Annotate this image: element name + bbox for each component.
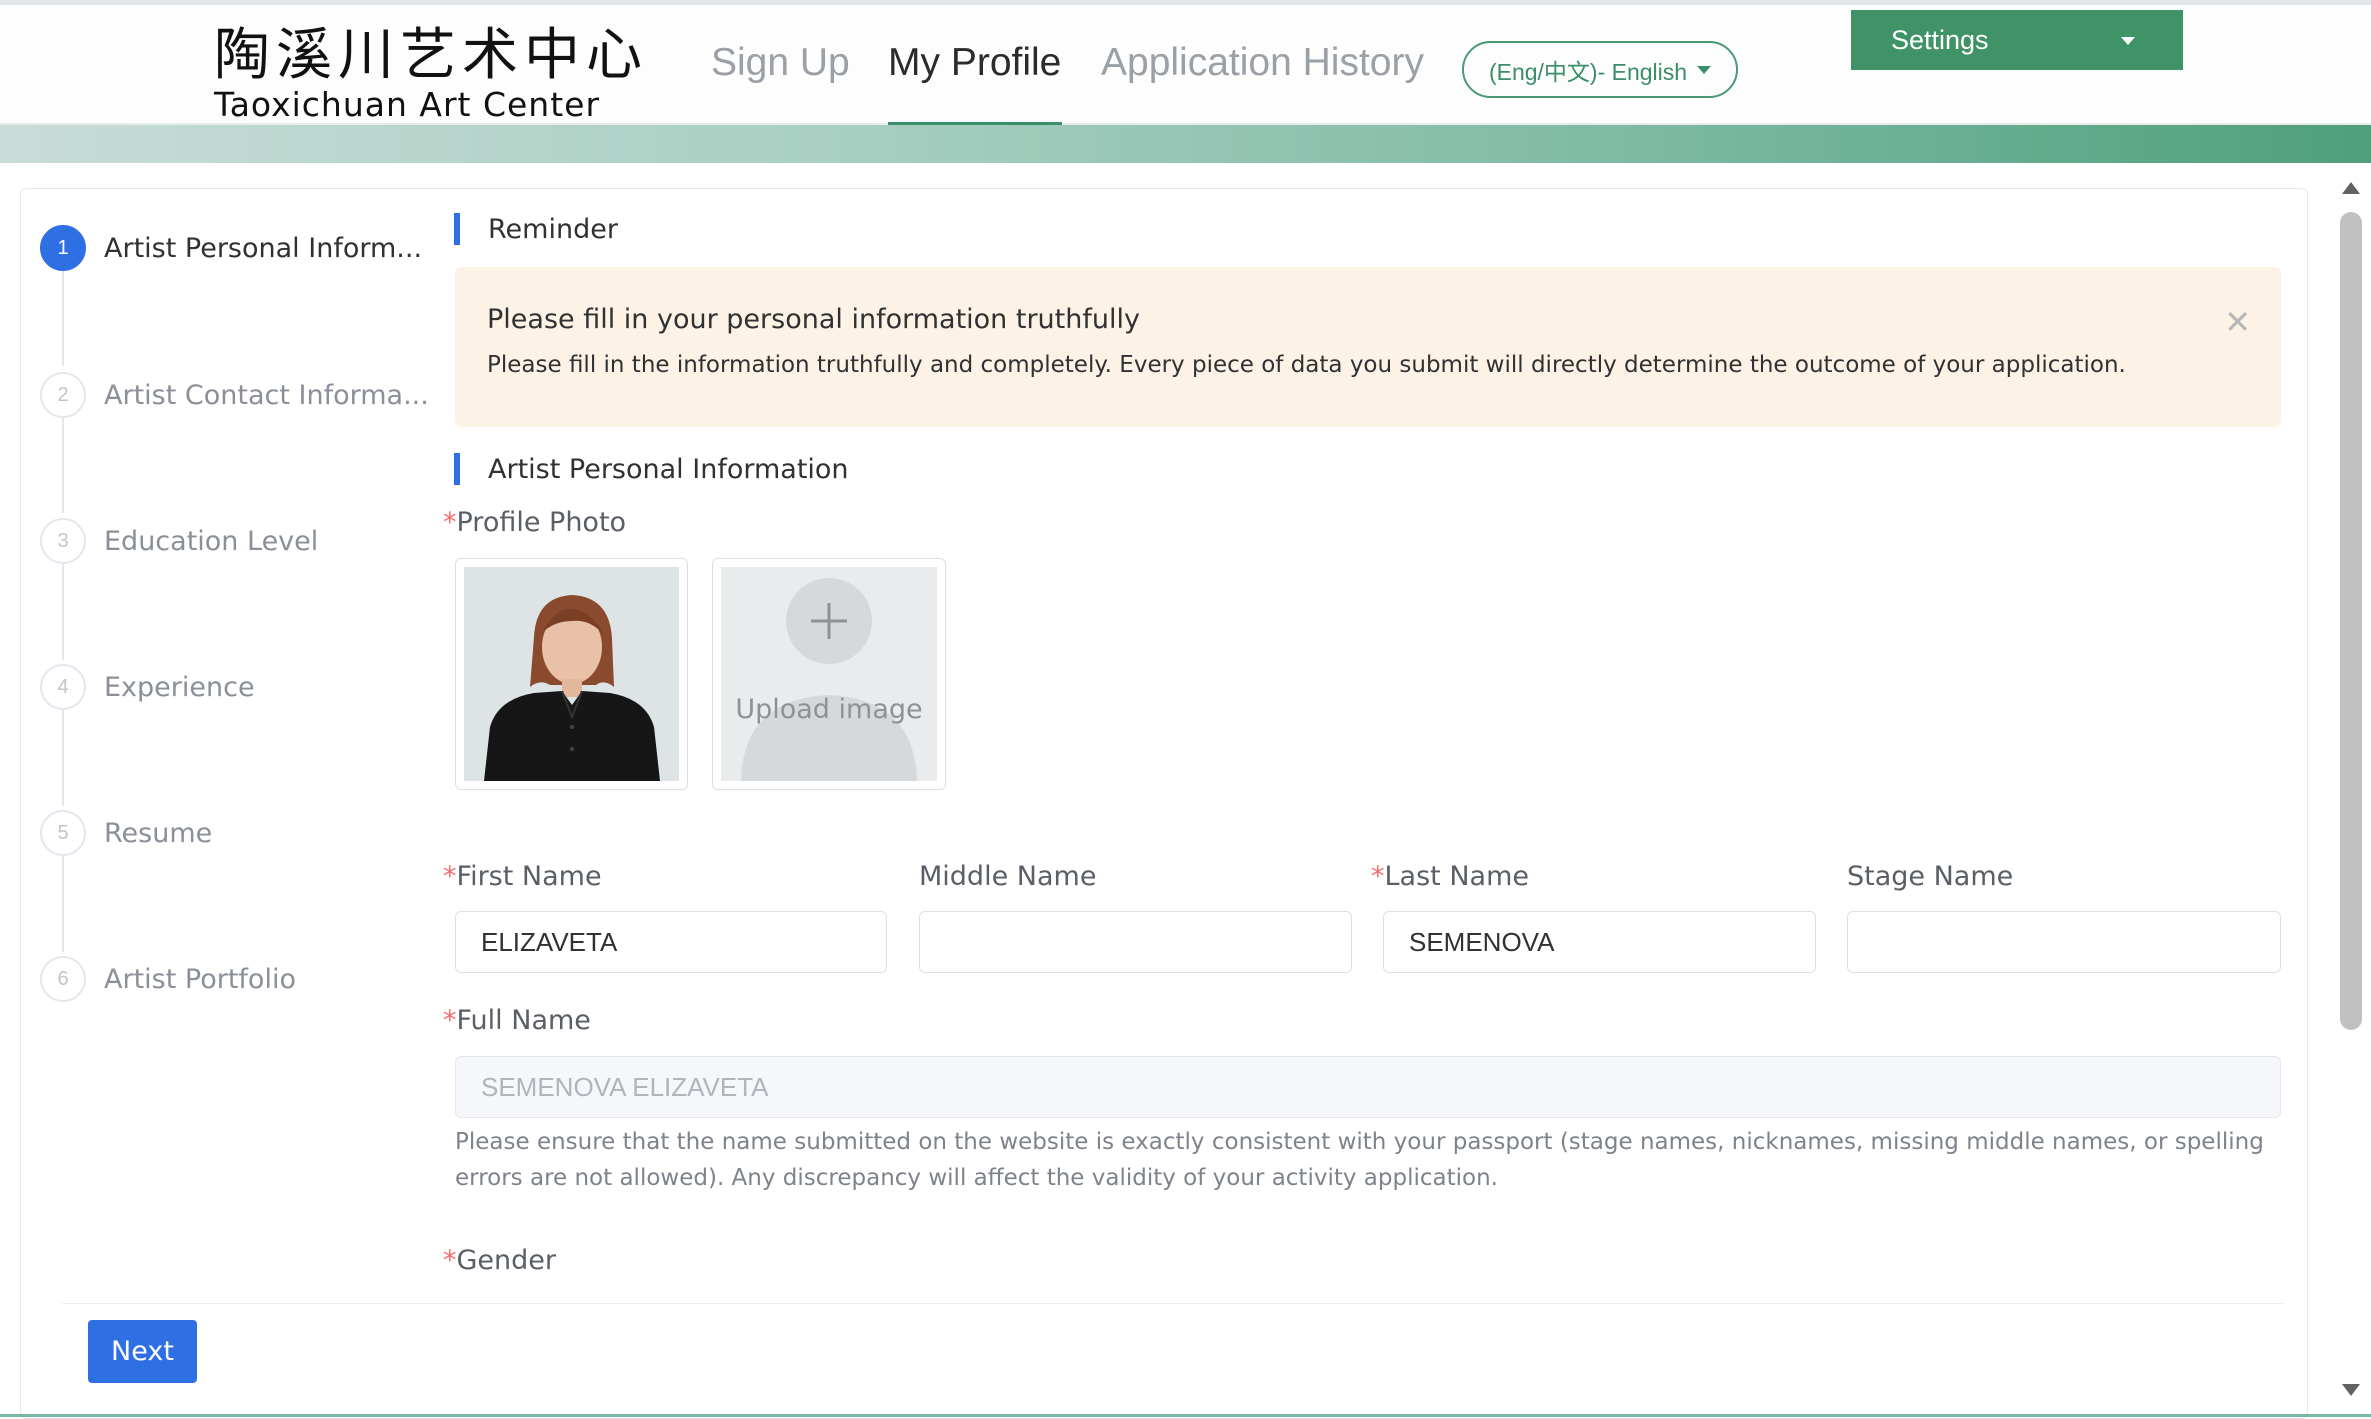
first-name-input[interactable]: ELIZAVETA — [455, 911, 887, 973]
step-label: Resume — [104, 817, 213, 849]
bottom-accent-line — [0, 1414, 2371, 1417]
next-button[interactable]: Next — [88, 1320, 197, 1383]
logo-english-text: Taoxichuan Art Center — [214, 85, 601, 124]
alert-description: Please fill in the information truthfull… — [487, 352, 2126, 378]
alert-title: Please fill in your personal information… — [487, 304, 1140, 335]
step-connector — [62, 417, 64, 513]
step-number: 1 — [40, 225, 86, 271]
step-artist-personal-information[interactable]: 1 Artist Personal Inform... — [40, 225, 422, 271]
required-mark: * — [1371, 861, 1385, 892]
step-label: Education Level — [104, 525, 319, 557]
middle-name-label: Middle Name — [919, 861, 1097, 892]
label-text: First Name — [456, 861, 602, 892]
step-number: 5 — [40, 810, 86, 856]
personal-info-heading: Artist Personal Information — [454, 452, 849, 486]
step-label: Artist Personal Inform... — [104, 232, 423, 264]
reminder-heading: Reminder — [454, 212, 618, 246]
personal-info-title: Artist Personal Information — [488, 453, 849, 485]
upload-image-button[interactable]: Upload image — [712, 558, 946, 790]
site-logo[interactable]: 陶溪川艺术中心 Taoxichuan Art Center — [214, 23, 648, 125]
chevron-down-icon — [1697, 65, 1712, 74]
close-icon[interactable]: ✕ — [2224, 303, 2251, 341]
settings-dropdown[interactable]: Settings — [1851, 10, 2183, 70]
required-mark: * — [443, 1005, 457, 1036]
step-number: 3 — [40, 518, 86, 564]
section-accent-bar — [454, 453, 460, 485]
step-connector — [62, 710, 64, 806]
step-number: 6 — [40, 956, 86, 1002]
scrollbar-thumb[interactable] — [2340, 212, 2362, 1030]
profile-photo — [464, 567, 679, 781]
step-label: Artist Portfolio — [104, 963, 296, 995]
scroll-up-arrow-icon[interactable] — [2342, 182, 2360, 194]
stage-name-input[interactable] — [1847, 911, 2281, 973]
profile-photo-label: *Profile Photo — [443, 507, 626, 538]
label-text: Last Name — [1384, 861, 1529, 892]
nav-my-profile[interactable]: My Profile — [888, 41, 1061, 85]
chevron-down-icon — [2121, 37, 2135, 45]
reminder-title: Reminder — [488, 213, 618, 245]
required-mark: * — [443, 507, 457, 538]
footer-divider — [62, 1303, 2284, 1304]
label-text: Gender — [456, 1245, 557, 1276]
portrait-image — [464, 567, 679, 781]
gender-label: *Gender — [443, 1245, 556, 1276]
step-number: 2 — [40, 372, 86, 418]
middle-name-input[interactable] — [919, 911, 1352, 973]
step-label: Experience — [104, 671, 255, 703]
header-gradient-banner — [0, 125, 2371, 163]
required-mark: * — [443, 861, 457, 892]
first-name-label: *First Name — [443, 861, 602, 892]
full-name-input[interactable]: SEMENOVA ELIZAVETA — [455, 1056, 2281, 1118]
profile-photo-thumbnail[interactable] — [455, 558, 688, 790]
full-name-label: *Full Name — [443, 1005, 591, 1036]
upload-placeholder: Upload image — [721, 567, 937, 781]
step-resume[interactable]: 5 Resume — [40, 810, 212, 856]
step-education-level[interactable]: 3 Education Level — [40, 518, 318, 564]
scroll-down-arrow-icon[interactable] — [2342, 1384, 2360, 1396]
step-label: Artist Contact Informa... — [104, 379, 429, 411]
step-experience[interactable]: 4 Experience — [40, 664, 255, 710]
nav-application-history[interactable]: Application History — [1101, 41, 1424, 85]
reminder-alert: Please fill in your personal information… — [455, 267, 2281, 427]
step-artist-contact-information[interactable]: 2 Artist Contact Informa... — [40, 372, 429, 418]
label-text: Profile Photo — [456, 507, 627, 538]
settings-label: Settings — [1891, 24, 1989, 55]
last-name-label: *Last Name — [1371, 861, 1529, 892]
upload-image-label: Upload image — [735, 694, 923, 725]
label-text: Full Name — [456, 1005, 591, 1036]
full-name-hint: Please ensure that the name submitted on… — [455, 1129, 2264, 1191]
step-artist-portfolio[interactable]: 6 Artist Portfolio — [40, 956, 296, 1002]
top-header: 陶溪川艺术中心 Taoxichuan Art Center Sign Up My… — [0, 0, 2371, 126]
nav-sign-up[interactable]: Sign Up — [711, 41, 850, 85]
section-accent-bar — [454, 213, 460, 245]
required-mark: * — [443, 1245, 457, 1276]
step-connector — [62, 270, 64, 366]
logo-chinese-text: 陶溪川艺术中心 — [214, 23, 648, 88]
avatar-placeholder-icon — [741, 578, 917, 781]
language-label: (Eng/中文)- English — [1488, 58, 1688, 85]
step-number: 4 — [40, 664, 86, 710]
last-name-input[interactable]: SEMENOVA — [1383, 911, 1816, 973]
stage-name-label: Stage Name — [1847, 861, 2014, 892]
language-selector[interactable]: (Eng/中文)- English — [1462, 41, 1738, 98]
step-connector — [62, 856, 64, 952]
step-connector — [62, 564, 64, 660]
